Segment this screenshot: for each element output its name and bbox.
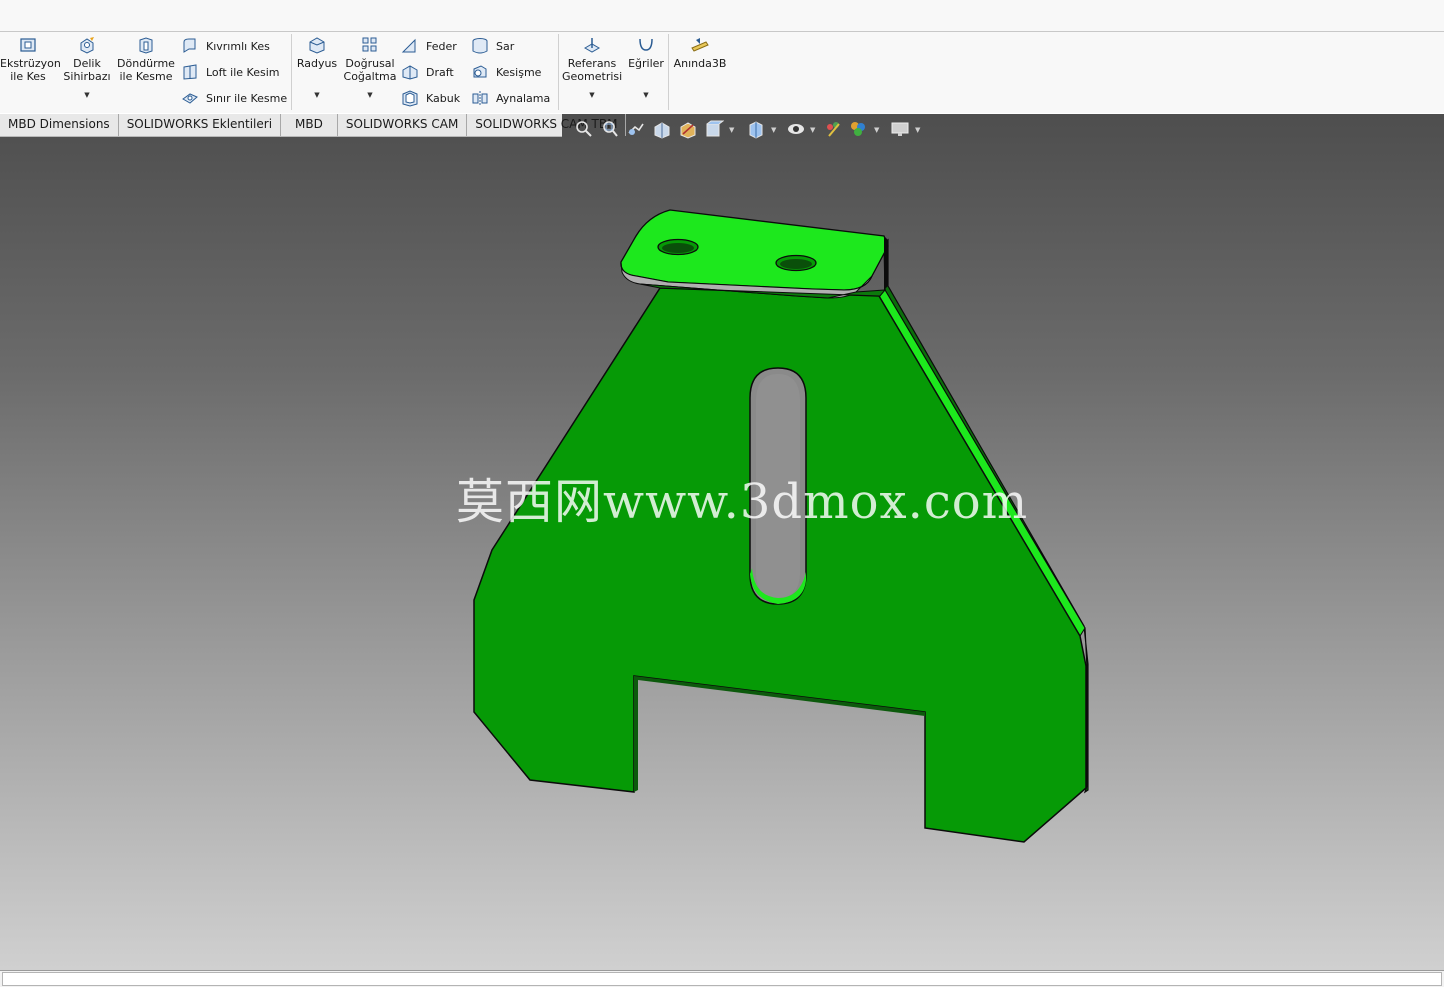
part-hole-right-inner: [780, 259, 812, 269]
status-bar-field: [2, 972, 1442, 986]
status-bar: [0, 970, 1444, 987]
part-bend-edge: [884, 236, 888, 290]
watermark-text: 莫西网www.3dmox.com: [456, 474, 1029, 530]
part-hole-left-inner: [662, 243, 694, 253]
